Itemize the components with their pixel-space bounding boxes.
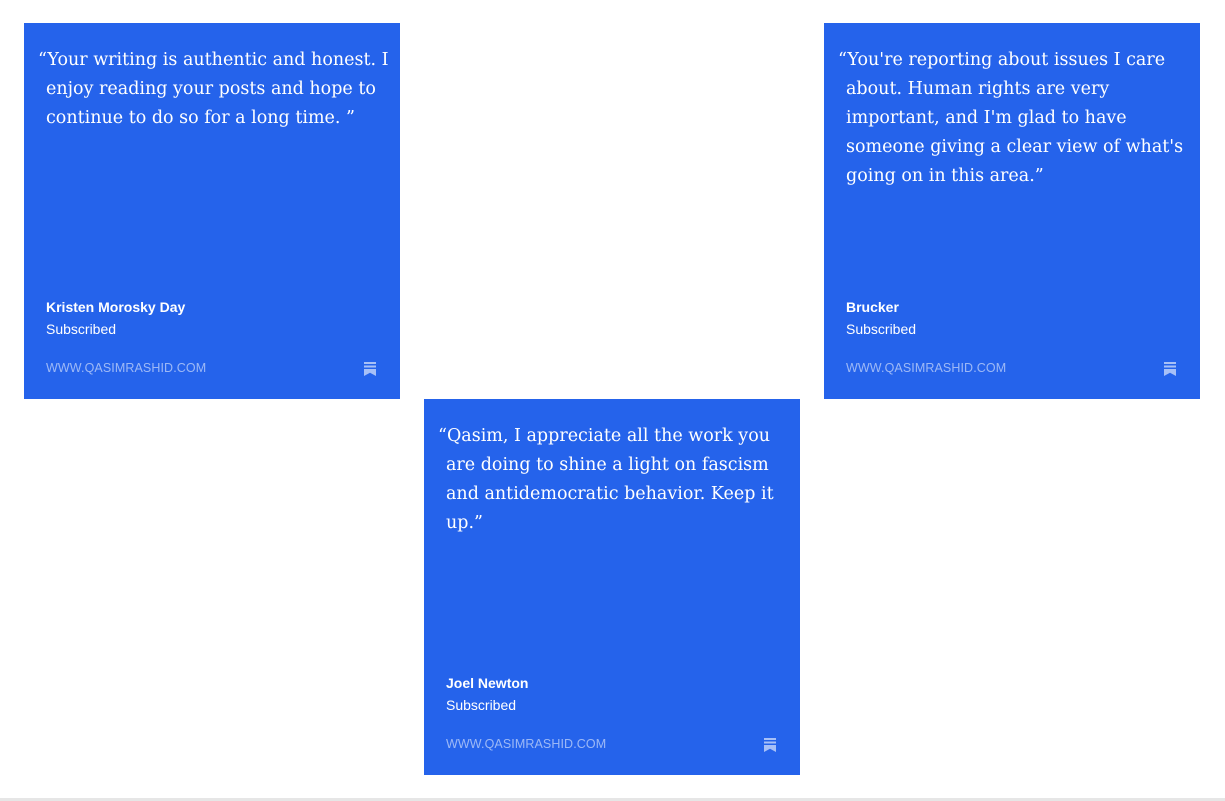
testimonial-quote: “Your writing is authentic and honest. I… bbox=[38, 50, 389, 128]
substack-bookmark-icon bbox=[364, 362, 376, 376]
site-url: WWW.QASIMRASHID.COM bbox=[446, 737, 607, 751]
testimonial-quote: “Qasim, I appreciate all the work you ar… bbox=[438, 426, 774, 533]
site-url: WWW.QASIMRASHID.COM bbox=[46, 361, 207, 375]
testimonial-card-3: “Qasim, I appreciate all the work you ar… bbox=[424, 399, 800, 775]
testimonial-card-2: “You're reporting about issues I care ab… bbox=[824, 23, 1200, 399]
subscription-status: Subscribed bbox=[846, 321, 917, 337]
testimonial-author: Kristen Morosky Day bbox=[46, 299, 186, 315]
testimonial-quote: “You're reporting about issues I care ab… bbox=[838, 50, 1184, 186]
subscription-status: Subscribed bbox=[46, 321, 117, 337]
testimonial-author: Brucker bbox=[846, 299, 899, 315]
testimonial-author: Joel Newton bbox=[446, 675, 529, 691]
subscription-status: Subscribed bbox=[446, 697, 517, 713]
site-url: WWW.QASIMRASHID.COM bbox=[846, 361, 1007, 375]
substack-bookmark-icon bbox=[1164, 362, 1176, 376]
substack-bookmark-icon bbox=[764, 738, 776, 752]
testimonial-card-1: “Your writing is authentic and honest. I… bbox=[24, 23, 400, 399]
